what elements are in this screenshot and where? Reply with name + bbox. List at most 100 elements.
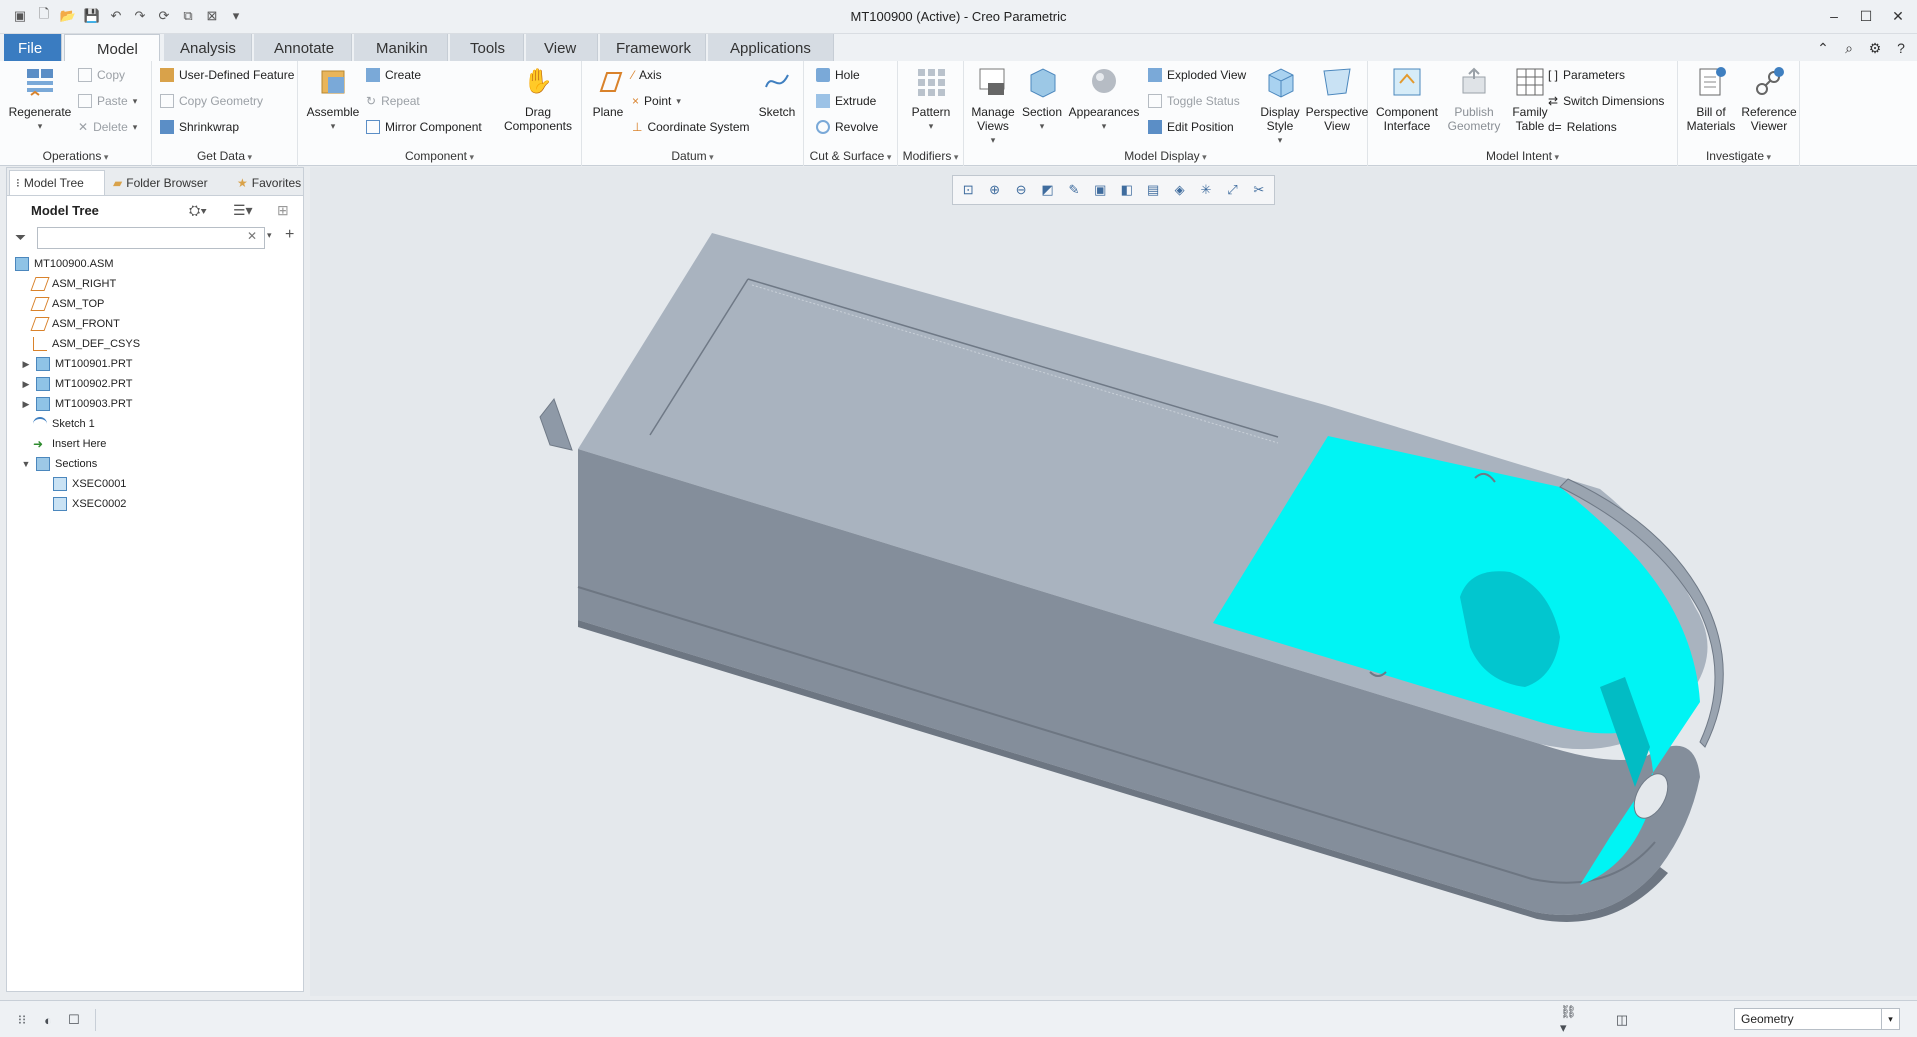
tree-item-mt100901[interactable]: ▶ MT100901.PRT	[21, 354, 132, 374]
shrinkwrap-button[interactable]: Shrinkwrap	[160, 116, 239, 138]
collapse-arrow-icon[interactable]: ▼	[21, 459, 31, 469]
section-button[interactable]: Section ▾	[1018, 65, 1066, 133]
tab-model-tree[interactable]: ⁝ Model Tree	[9, 170, 105, 195]
tree-item-asm-front[interactable]: ASM_FRONT	[30, 314, 120, 334]
model-display-group-label[interactable]: Model Display	[964, 149, 1367, 163]
investigate-group-label[interactable]: Investigate	[1678, 149, 1799, 163]
spin-icon[interactable]: ✂	[1248, 179, 1270, 201]
tab-folder-browser[interactable]: ▰ Folder Browser	[107, 170, 229, 195]
assemble-button[interactable]: Assemble ▾	[302, 65, 364, 133]
perspective-view-button[interactable]: Perspective View	[1306, 65, 1368, 133]
tree-item-mt100902[interactable]: ▶ MT100902.PRT	[21, 374, 132, 394]
view-manager-icon[interactable]: ▤	[1142, 179, 1164, 201]
find-icon[interactable]: ⛓▾	[1560, 1004, 1580, 1035]
display-style-button[interactable]: Display Style ▾	[1254, 65, 1306, 147]
tab-framework[interactable]: Framework	[600, 34, 706, 61]
modifiers-group-label[interactable]: Modifiers	[898, 149, 963, 163]
switch-dimensions-button[interactable]: ⇄ Switch Dimensions	[1548, 90, 1664, 112]
expand-arrow-icon[interactable]: ▶	[21, 379, 31, 390]
tree-show-icon[interactable]: ☰▾	[233, 202, 253, 219]
drag-components-button[interactable]: ✋ Drag Components	[498, 65, 578, 134]
edit-position-button[interactable]: Edit Position	[1148, 116, 1234, 138]
zoom-in-icon[interactable]: ⊕	[983, 179, 1005, 201]
tab-file[interactable]: File	[4, 34, 62, 61]
fullscreen-icon[interactable]: ☐	[64, 1010, 84, 1030]
tab-annotate[interactable]: Annotate	[254, 34, 352, 61]
paste-button[interactable]: Paste ▾	[78, 90, 137, 112]
clear-filter-icon[interactable]: ✕	[247, 229, 257, 243]
relations-button[interactable]: d= Relations	[1548, 116, 1617, 138]
tree-search-input[interactable]	[37, 227, 265, 249]
graphics-window[interactable]	[310, 167, 1917, 996]
copy-button[interactable]: Copy	[78, 64, 125, 86]
add-filter-icon[interactable]: +	[285, 226, 294, 244]
minimize-ribbon-icon[interactable]: ⌃	[1813, 38, 1833, 58]
tree-item-sections[interactable]: ▼ Sections	[21, 454, 97, 474]
create-button[interactable]: Create	[366, 64, 421, 86]
display-style-icon[interactable]: ▣	[1089, 179, 1111, 201]
tab-view[interactable]: View	[526, 34, 598, 61]
show-navigator-icon[interactable]: ⁝⁝	[12, 1010, 32, 1030]
search-icon[interactable]: ⌕	[1839, 38, 1859, 58]
plane-button[interactable]: Plane	[586, 65, 630, 119]
tree-item-asm-top[interactable]: ASM_TOP	[30, 294, 104, 314]
spin-center-icon[interactable]: ✎	[1063, 179, 1085, 201]
coordinate-system-button[interactable]: ⊥ Coordinate System	[632, 116, 750, 138]
mirror-component-button[interactable]: Mirror Component	[366, 116, 482, 138]
filter-dropdown-icon[interactable]: ▾	[267, 230, 272, 241]
minimize-icon[interactable]: –	[1821, 4, 1847, 28]
component-interface-button[interactable]: Component Interface	[1372, 65, 1442, 133]
tab-tools[interactable]: Tools	[450, 34, 524, 61]
tree-item-root[interactable]: MT100900.ASM	[15, 254, 113, 274]
get-data-group-label[interactable]: Get Data	[152, 149, 297, 163]
filter-funnel-icon[interactable]: ⏷	[15, 229, 26, 246]
copy-geometry-button[interactable]: Copy Geometry	[160, 90, 263, 112]
appearances-button[interactable]: Appearances ▾	[1068, 65, 1140, 133]
settings-icon[interactable]: ⚙	[1865, 38, 1885, 58]
exploded-view-button[interactable]: Exploded View	[1148, 64, 1246, 86]
expand-arrow-icon[interactable]: ▶	[21, 399, 31, 410]
sketch-button[interactable]: Sketch	[754, 65, 800, 119]
tab-favorites[interactable]: ★ Favorites	[231, 170, 303, 195]
tree-item-xsec0001[interactable]: XSEC0001	[53, 474, 126, 494]
tree-item-sketch-1[interactable]: Sketch 1	[33, 414, 95, 434]
pattern-button[interactable]: Pattern ▾	[904, 65, 958, 133]
annotation-display-icon[interactable]: ⤢	[1221, 179, 1243, 201]
tree-columns-icon[interactable]: ⊞	[277, 202, 289, 219]
operations-group-label[interactable]: Operations	[0, 149, 151, 163]
tree-item-asm-def-csys[interactable]: ASM_DEF_CSYS	[33, 334, 140, 354]
toggle-status-button[interactable]: Toggle Status	[1148, 90, 1240, 112]
expand-arrow-icon[interactable]: ▶	[21, 359, 31, 370]
manage-views-button[interactable]: Manage Views ▾	[966, 65, 1020, 147]
point-button[interactable]: × Point ▾	[632, 90, 681, 112]
hole-button[interactable]: Hole	[816, 64, 860, 86]
regenerate-button[interactable]: Regenerate ▾	[8, 65, 72, 133]
tree-item-xsec0002[interactable]: XSEC0002	[53, 494, 126, 514]
perspective-icon[interactable]: ◈	[1168, 179, 1190, 201]
delete-button[interactable]: ✕ Delete ▾	[78, 116, 137, 138]
cut-surface-group-label[interactable]: Cut & Surface	[804, 149, 897, 163]
help-icon[interactable]: ?	[1891, 38, 1911, 58]
saved-orientations-icon[interactable]: ◧	[1116, 179, 1138, 201]
component-group-label[interactable]: Component	[298, 149, 581, 163]
model-intent-group-label[interactable]: Model Intent	[1368, 149, 1677, 163]
repeat-button[interactable]: ↻ Repeat	[366, 90, 420, 112]
model-3d-view[interactable]	[310, 167, 1917, 996]
tab-model[interactable]: Model	[64, 34, 160, 61]
extrude-button[interactable]: Extrude	[816, 90, 876, 112]
zoom-out-icon[interactable]: ⊖	[1010, 179, 1032, 201]
tree-item-mt100903[interactable]: ▶ MT100903.PRT	[21, 394, 132, 414]
tree-item-asm-right[interactable]: ASM_RIGHT	[30, 274, 116, 294]
tab-applications[interactable]: Applications	[708, 34, 834, 61]
publish-geometry-button[interactable]: Publish Geometry	[1444, 65, 1504, 133]
selection-buffer-icon[interactable]: ◫	[1612, 1010, 1632, 1030]
close-icon[interactable]: ✕	[1885, 4, 1911, 28]
parameters-button[interactable]: [ ] Parameters	[1548, 64, 1625, 86]
selection-filter-dropdown[interactable]: Geometry ▾	[1734, 1008, 1900, 1030]
tree-settings-icon[interactable]: ⛭▾	[189, 202, 207, 219]
repaint-icon[interactable]: ◩	[1036, 179, 1058, 201]
tab-manikin[interactable]: Manikin	[354, 34, 448, 61]
datum-group-label[interactable]: Datum	[582, 149, 803, 163]
datum-display-icon[interactable]: ✳	[1195, 179, 1217, 201]
refit-icon[interactable]: ⊡	[957, 179, 979, 201]
